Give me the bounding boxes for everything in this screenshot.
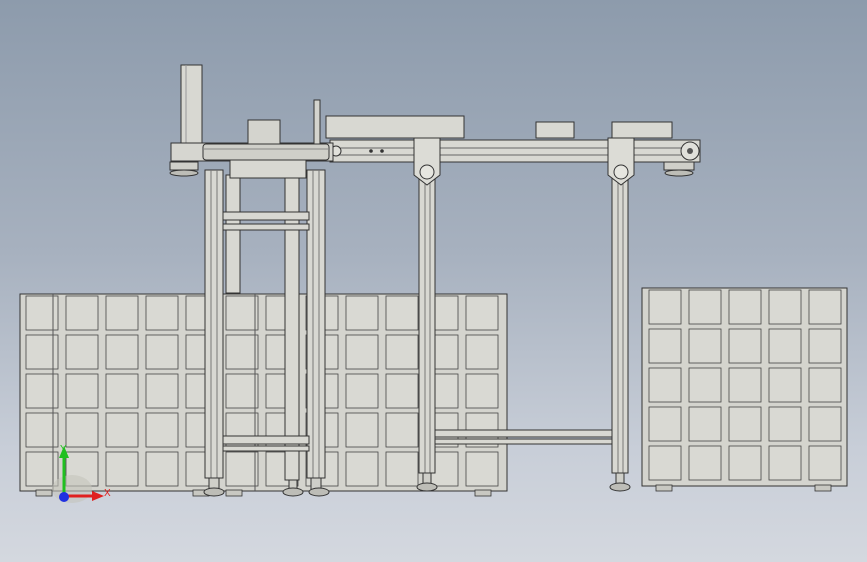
- middle-upright[interactable]: [416, 177, 438, 492]
- right-upright[interactable]: [609, 177, 631, 492]
- y-axis-label: Y: [60, 444, 67, 455]
- gripper-left[interactable]: [169, 161, 199, 177]
- assembly-drawing[interactable]: Y X: [0, 0, 867, 562]
- right-crate[interactable]: [641, 287, 848, 492]
- x-axis-label: X: [104, 488, 111, 499]
- z-axis-dot: [59, 492, 69, 502]
- lower-crossbeam[interactable]: [434, 429, 613, 445]
- bracket-middle: [413, 137, 441, 186]
- top-conveyor-beam[interactable]: [325, 115, 701, 163]
- vertical-cylinder[interactable]: [180, 64, 203, 144]
- cad-viewport[interactable]: Y X: [0, 0, 867, 562]
- bracket-right: [607, 137, 635, 186]
- x-axis-arrowhead: [92, 491, 104, 501]
- gripper-right[interactable]: [663, 161, 695, 177]
